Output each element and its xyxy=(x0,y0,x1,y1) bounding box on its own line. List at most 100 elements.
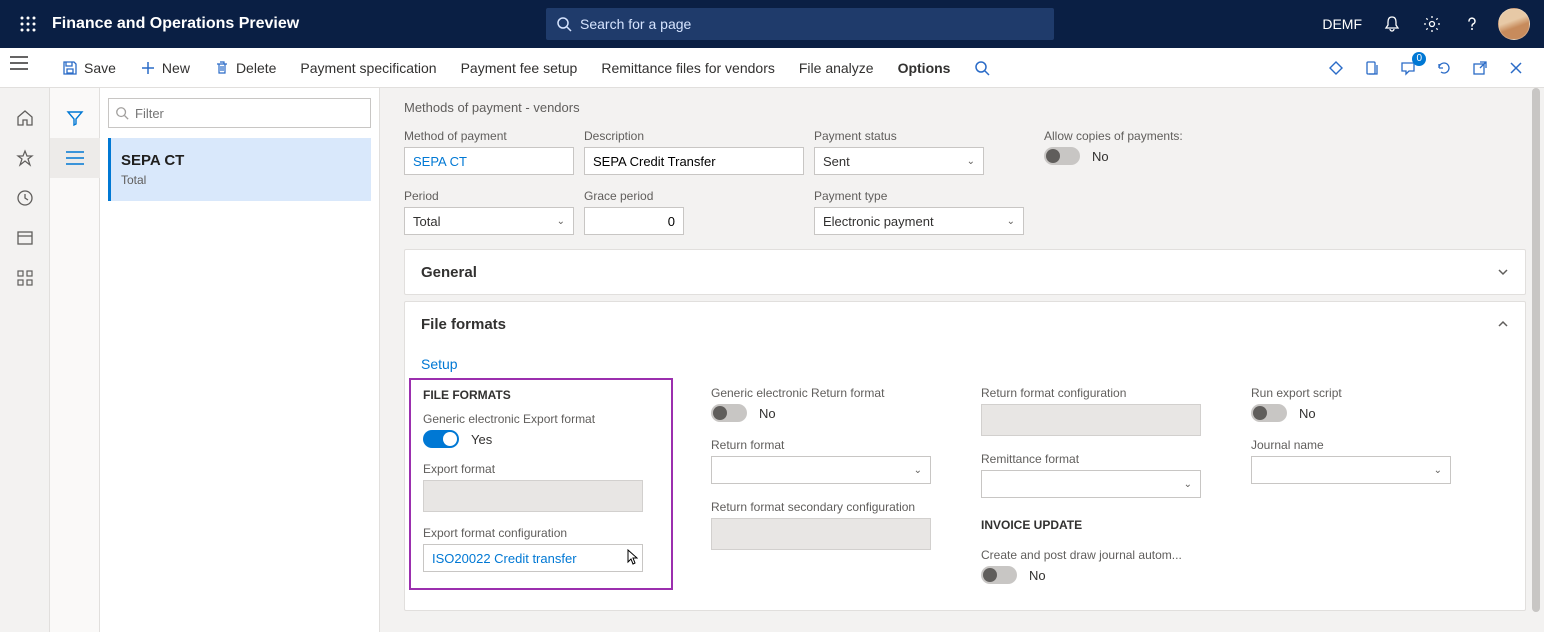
list-pane: SEPA CT Total xyxy=(100,88,380,632)
allow-copies-toggle[interactable] xyxy=(1044,147,1080,165)
payment-status-label: Payment status xyxy=(814,129,984,143)
action-search-icon[interactable] xyxy=(962,48,1002,88)
return-secondary-field[interactable] xyxy=(711,518,931,550)
diamond-icon[interactable] xyxy=(1320,52,1352,84)
save-button[interactable]: Save xyxy=(50,48,128,88)
run-export-label: Run export script xyxy=(1251,386,1451,400)
allow-copies-value: No xyxy=(1092,149,1109,164)
favorites-rail-icon[interactable] xyxy=(0,138,50,178)
delete-label: Delete xyxy=(236,60,276,76)
method-label: Method of payment xyxy=(404,129,574,143)
export-format-field[interactable] xyxy=(423,480,643,512)
filter-funnel-icon[interactable] xyxy=(50,98,100,138)
return-config-field[interactable] xyxy=(981,404,1201,436)
left-nav-rail xyxy=(0,88,50,632)
period-label: Period xyxy=(404,189,574,203)
recent-rail-icon[interactable] xyxy=(0,178,50,218)
file-formats-expander: File formats Setup FILE FORMATS Generic … xyxy=(404,301,1526,611)
create-post-value: No xyxy=(1029,568,1046,583)
run-export-toggle[interactable] xyxy=(1251,404,1287,422)
generic-return-toggle[interactable] xyxy=(711,404,747,422)
general-expander: General xyxy=(404,249,1526,295)
search-icon xyxy=(115,106,129,120)
close-icon[interactable] xyxy=(1500,52,1532,84)
list-item[interactable]: SEPA CT Total xyxy=(108,138,371,201)
remittance-files-button[interactable]: Remittance files for vendors xyxy=(589,48,787,88)
return-format-select[interactable]: ⌄ xyxy=(711,456,931,484)
export-format-config-label: Export format configuration xyxy=(423,526,659,540)
export-format-config-select[interactable]: ISO20022 Credit transfer xyxy=(423,544,643,572)
generic-return-value: No xyxy=(759,406,776,421)
generic-export-value: Yes xyxy=(471,432,492,447)
return-config-label: Return format configuration xyxy=(981,386,1201,400)
payment-specification-button[interactable]: Payment specification xyxy=(288,48,448,88)
return-secondary-label: Return format secondary configuration xyxy=(711,500,931,514)
grace-field[interactable] xyxy=(584,207,684,235)
new-label: New xyxy=(162,60,190,76)
list-filter-box[interactable] xyxy=(108,98,371,128)
delete-button[interactable]: Delete xyxy=(202,48,288,88)
company-selector[interactable]: DEMF xyxy=(1312,0,1372,48)
app-title: Finance and Operations Preview xyxy=(52,15,299,33)
grace-label: Grace period xyxy=(584,189,684,203)
top-bar: Finance and Operations Preview DEMF xyxy=(0,0,1544,48)
settings-icon[interactable] xyxy=(1412,0,1452,48)
list-item-title: SEPA CT xyxy=(121,152,361,169)
journal-label: Journal name xyxy=(1251,438,1451,452)
generic-export-toggle[interactable] xyxy=(423,430,459,448)
scrollbar-track xyxy=(1532,88,1542,632)
refresh-icon[interactable] xyxy=(1428,52,1460,84)
chevron-down-icon xyxy=(1497,266,1509,278)
breadcrumb: Methods of payment - vendors xyxy=(404,100,1526,115)
allow-copies-label: Allow copies of payments: xyxy=(1044,129,1183,143)
save-label: Save xyxy=(84,60,116,76)
period-select[interactable]: Total⌄ xyxy=(404,207,574,235)
search-input[interactable] xyxy=(580,16,1044,32)
filter-pane xyxy=(50,88,100,632)
description-label: Description xyxy=(584,129,804,143)
list-lines-icon[interactable] xyxy=(50,138,100,178)
help-icon[interactable] xyxy=(1452,0,1492,48)
file-formats-expander-header[interactable]: File formats xyxy=(405,302,1525,346)
invoice-update-section-header: INVOICE UPDATE xyxy=(981,518,1201,532)
list-filter-input[interactable] xyxy=(135,106,364,121)
nav-collapse-button[interactable] xyxy=(10,56,28,73)
popout-icon[interactable] xyxy=(1464,52,1496,84)
workspaces-rail-icon[interactable] xyxy=(0,218,50,258)
description-field[interactable] xyxy=(584,147,804,175)
method-field[interactable]: SEPA CT xyxy=(404,147,574,175)
payment-type-label: Payment type xyxy=(814,189,1024,203)
remittance-select[interactable]: ⌄ xyxy=(981,470,1201,498)
payment-type-select[interactable]: Electronic payment⌄ xyxy=(814,207,1024,235)
journal-select[interactable]: ⌄ xyxy=(1251,456,1451,484)
create-post-toggle[interactable] xyxy=(981,566,1017,584)
list-item-subtitle: Total xyxy=(121,173,361,187)
payment-status-select[interactable]: Sent⌄ xyxy=(814,147,984,175)
global-search[interactable] xyxy=(546,8,1054,40)
new-button[interactable]: New xyxy=(128,48,202,88)
user-avatar[interactable] xyxy=(1498,8,1530,40)
detail-pane: Methods of payment - vendors Method of p… xyxy=(380,88,1544,632)
cursor-icon xyxy=(624,549,638,567)
file-analyze-button[interactable]: File analyze xyxy=(787,48,886,88)
search-icon xyxy=(556,16,572,32)
messages-icon[interactable]: 0 xyxy=(1392,52,1424,84)
app-launcher-icon[interactable] xyxy=(8,0,48,48)
notifications-icon[interactable] xyxy=(1372,0,1412,48)
options-button[interactable]: Options xyxy=(886,48,963,88)
message-badge: 0 xyxy=(1412,52,1426,66)
modules-rail-icon[interactable] xyxy=(0,258,50,298)
general-expander-header[interactable]: General xyxy=(405,250,1525,294)
chevron-up-icon xyxy=(1497,318,1509,330)
file-formats-section-header: FILE FORMATS xyxy=(423,388,659,402)
scrollbar-thumb[interactable] xyxy=(1532,88,1540,612)
export-format-label: Export format xyxy=(423,462,659,476)
highlight-box: FILE FORMATS Generic electronic Export f… xyxy=(409,378,673,590)
generic-export-label: Generic electronic Export format xyxy=(423,412,659,426)
home-rail-icon[interactable] xyxy=(0,98,50,138)
action-bar: Save New Delete Payment specification Pa… xyxy=(0,48,1544,88)
attach-icon[interactable] xyxy=(1356,52,1388,84)
run-export-value: No xyxy=(1299,406,1316,421)
generic-return-label: Generic electronic Return format xyxy=(711,386,931,400)
payment-fee-setup-button[interactable]: Payment fee setup xyxy=(449,48,590,88)
